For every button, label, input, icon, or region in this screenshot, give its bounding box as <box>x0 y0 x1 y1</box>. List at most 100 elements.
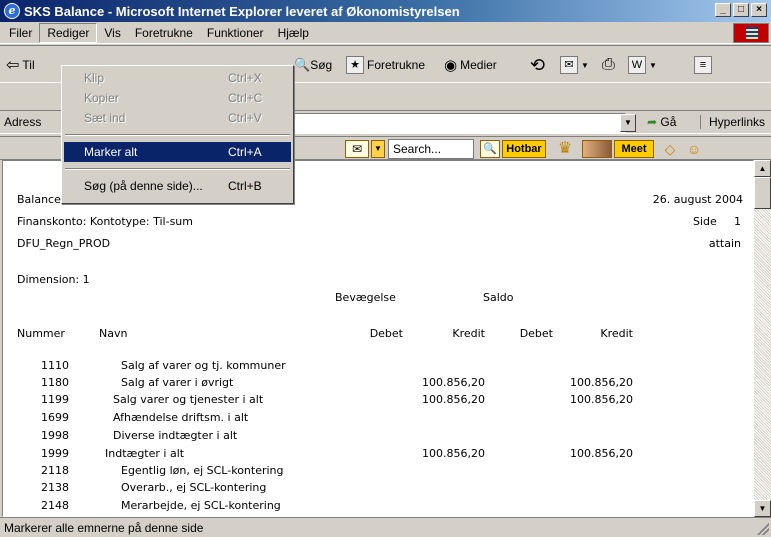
favorites-label: Foretrukne <box>367 58 426 72</box>
media-icon: ◉ <box>444 57 458 74</box>
menu-item-shortcut: Ctrl+X <box>228 71 262 85</box>
row-number: 1180 <box>41 376 69 389</box>
mail-toolbar-icon: ✉ <box>560 56 578 74</box>
report-date: 26. august 2004 <box>652 193 743 206</box>
row-number: 2118 <box>41 464 69 477</box>
system-name: DFU_Regn_PROD <box>17 237 111 250</box>
menu-item-paste[interactable]: Sæt ind Ctrl+V <box>64 108 291 128</box>
go-arrow-icon: ➦ <box>647 115 658 129</box>
menu-item-copy[interactable]: Kopier Ctrl+C <box>64 88 291 108</box>
column-number: Nummer <box>17 327 65 340</box>
page-content: Balance 26. august 2004 Finanskonto: Kon… <box>2 160 754 517</box>
windows-logo-icon <box>733 23 769 43</box>
row-name: Salg af varer og tj. kommuner <box>121 359 286 372</box>
history-button[interactable]: ⟲ <box>530 50 545 80</box>
menu-item-select-all[interactable]: Marker alt Ctrl+A <box>64 142 291 162</box>
printer-icon: ⎙ <box>602 56 615 73</box>
search-label: Søg <box>310 58 333 72</box>
menu-item-label: Kopier <box>84 91 119 105</box>
row-name: Merarbejde, ej SCL-kontering <box>121 499 281 512</box>
menu-view[interactable]: Vis <box>97 24 127 42</box>
history-icon: ⟲ <box>530 54 546 75</box>
toolbar-search-input[interactable]: Search... <box>388 139 474 159</box>
edit-menu-dropdown: Klip Ctrl+X Kopier Ctrl+C Sæt ind Ctrl+V… <box>61 65 294 204</box>
row-number: 1199 <box>41 393 69 406</box>
row-number: 1110 <box>41 359 69 372</box>
resize-grip-icon[interactable] <box>757 523 769 535</box>
print-button[interactable]: ⎙ <box>602 50 615 80</box>
hotbar-button[interactable]: Hotbar <box>502 140 546 158</box>
row-name: Indtægter i alt <box>105 447 185 460</box>
dimension-label: Dimension: 1 <box>17 273 90 286</box>
media-button[interactable]: ◉ Medier <box>444 50 497 80</box>
close-button[interactable]: × <box>751 3 767 17</box>
menu-item-label: Klip <box>84 71 105 85</box>
minimize-button[interactable]: _ <box>715 3 731 17</box>
crown-icon[interactable]: ♛ <box>552 139 578 159</box>
edit-word-button[interactable]: W ▼ <box>628 50 657 80</box>
search-go-icon[interactable]: 🔍 <box>480 140 500 158</box>
menu-item-find[interactable]: Søg (på denne side)... Ctrl+B <box>64 176 291 196</box>
window-title: SKS Balance - Microsoft Internet Explore… <box>24 3 460 19</box>
menu-file[interactable]: Filer <box>2 24 39 42</box>
star-icon: ★ <box>346 56 364 74</box>
go-button[interactable]: ➦ Gå <box>647 115 676 129</box>
menu-item-shortcut: Ctrl+V <box>228 111 262 125</box>
column-debit: Debet <box>369 327 403 340</box>
menu-item-shortcut: Ctrl+A <box>228 145 262 159</box>
mail-dropdown-icon[interactable]: ▼ <box>371 140 385 158</box>
column-credit: Kredit <box>452 327 485 340</box>
row-name: Egentlig løn, ej SCL-kontering <box>121 464 284 477</box>
smiley-icon[interactable]: ☺ <box>684 140 704 158</box>
menu-separator <box>65 168 290 170</box>
status-text: Markerer alle emnerne på denne side <box>4 521 204 535</box>
row-name: Salg varer og tjenester i alt <box>113 393 264 406</box>
account-line: Finanskonto: Kontotype: Til-sum <box>17 215 193 228</box>
row-number: 2148 <box>41 499 69 512</box>
balance-report: Balance 26. august 2004 Finanskonto: Kon… <box>3 161 753 516</box>
status-bar: Markerer alle emnerne på denne side <box>0 517 771 537</box>
search-button[interactable]: 🔍 Søg <box>294 50 332 80</box>
back-label: Til <box>22 58 35 72</box>
row-balance-credit: 100.856,20 <box>570 376 633 389</box>
report-title: Balance <box>17 193 61 206</box>
back-button[interactable]: ⇦ Til <box>6 50 35 80</box>
menu-help[interactable]: Hjælp <box>271 24 316 42</box>
favorites-button[interactable]: ★ Foretrukne <box>346 50 425 80</box>
window-controls: _ □ × <box>715 3 767 17</box>
scroll-down-icon[interactable]: ▼ <box>754 500 771 517</box>
row-name: Afhændelse driftsm. i alt <box>113 411 249 424</box>
row-balance-credit: 100.856,20 <box>570 393 633 406</box>
menu-item-label: Søg (på denne side)... <box>84 179 203 193</box>
mail-button[interactable]: ✉ ▼ <box>560 50 589 80</box>
row-number: 1999 <box>41 447 69 460</box>
row-number: 2138 <box>41 481 69 494</box>
back-arrow-icon: ⇦ <box>6 57 20 74</box>
row-number: 1998 <box>41 429 69 442</box>
menu-tools[interactable]: Funktioner <box>200 24 271 42</box>
row-name: Salg af varer i øvrigt <box>121 376 234 389</box>
scroll-thumb[interactable] <box>754 177 771 209</box>
row-balance-credit: 100.856,20 <box>570 447 633 460</box>
people-icon[interactable] <box>582 140 612 158</box>
diamond-icon[interactable]: ◇ <box>660 140 680 158</box>
internet-explorer-icon: e <box>4 3 20 19</box>
menu-item-cut[interactable]: Klip Ctrl+X <box>64 68 291 88</box>
menu-item-label: Marker alt <box>84 145 138 159</box>
row-credit: 100.856,20 <box>422 376 485 389</box>
scroll-up-icon[interactable]: ▲ <box>754 160 771 177</box>
hyperlinks-toolbar[interactable]: Hyperlinks <box>700 115 765 129</box>
menu-edit[interactable]: Rediger <box>39 22 98 43</box>
vertical-scrollbar[interactable]: ▲ ▼ <box>754 160 771 517</box>
edit-dropdown-icon: ▼ <box>649 60 657 70</box>
mail-icon[interactable]: ✉ <box>345 140 369 158</box>
column-debit: Debet <box>519 327 553 340</box>
meet-button[interactable]: Meet <box>614 140 654 158</box>
title-bar: e SKS Balance - Microsoft Internet Explo… <box>0 0 771 22</box>
row-name: Diverse indtægter i alt <box>113 429 238 442</box>
address-dropdown-icon[interactable]: ▼ <box>620 114 636 132</box>
maximize-button[interactable]: □ <box>733 3 749 17</box>
menu-favorites[interactable]: Foretrukne <box>128 24 200 42</box>
mail-dropdown-icon: ▼ <box>581 60 589 70</box>
discuss-button[interactable]: ≡ <box>694 50 715 80</box>
